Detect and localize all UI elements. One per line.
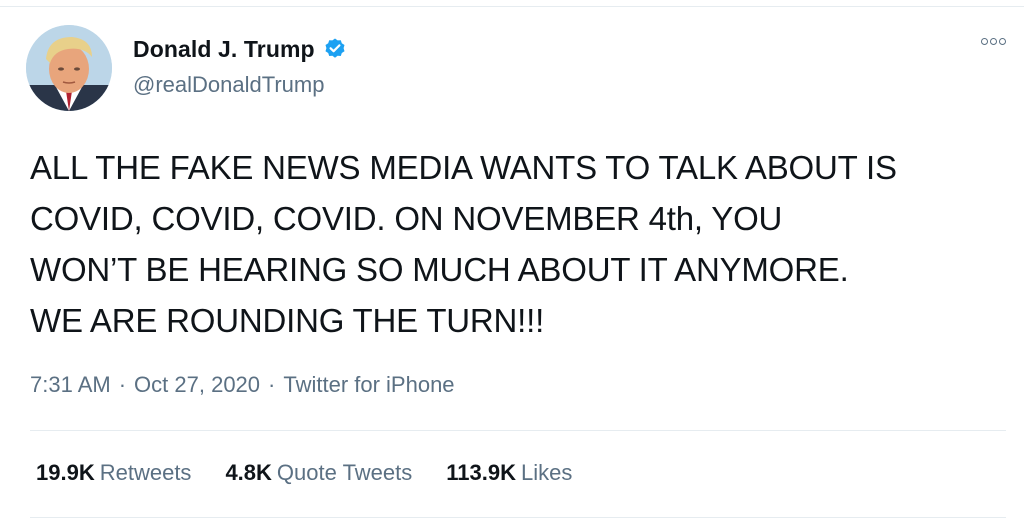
- retweets-label: Retweets: [99, 460, 192, 485]
- avatar-image: [26, 25, 112, 111]
- tweet-time[interactable]: 7:31 AM: [30, 372, 111, 398]
- retweets-stat[interactable]: 19.9K Retweets: [36, 460, 191, 486]
- more-options-icon[interactable]: [981, 38, 1006, 45]
- meta-separator: ·: [118, 372, 127, 397]
- quote-tweets-count: 4.8K: [225, 460, 272, 485]
- display-name-row: Donald J. Trump: [133, 32, 347, 66]
- likes-stat[interactable]: 113.9K Likes: [446, 460, 572, 486]
- user-handle[interactable]: @realDonaldTrump: [133, 72, 324, 98]
- quote-tweets-stat[interactable]: 4.8K Quote Tweets: [225, 460, 412, 486]
- tweet-stats: 19.9K Retweets 4.8K Quote Tweets 113.9K Lik…: [36, 460, 606, 486]
- likes-count: 113.9K: [446, 460, 516, 485]
- tweet-source[interactable]: Twitter for iPhone: [283, 372, 454, 398]
- likes-label: Likes: [521, 460, 573, 485]
- top-divider: [0, 6, 1024, 7]
- retweets-count: 19.9K: [36, 460, 95, 485]
- tweet-text: ALL THE FAKE NEWS MEDIA WANTS TO TALK AB…: [30, 149, 897, 339]
- more-dot: [981, 38, 988, 45]
- stats-bottom-divider: [30, 517, 1006, 518]
- avatar[interactable]: [26, 25, 112, 111]
- stats-top-divider: [30, 430, 1006, 431]
- verified-badge-icon: [323, 37, 347, 61]
- tweet-date[interactable]: Oct 27, 2020: [134, 372, 260, 398]
- more-dot: [999, 38, 1006, 45]
- meta-separator: ·: [268, 372, 276, 397]
- more-dot: [990, 38, 997, 45]
- display-name[interactable]: Donald J. Trump: [133, 36, 315, 63]
- quote-tweets-label: Quote Tweets: [276, 460, 413, 485]
- tweet-meta: 7:31 AM · Oct 27, 2020 · Twitter for iPh…: [30, 372, 455, 398]
